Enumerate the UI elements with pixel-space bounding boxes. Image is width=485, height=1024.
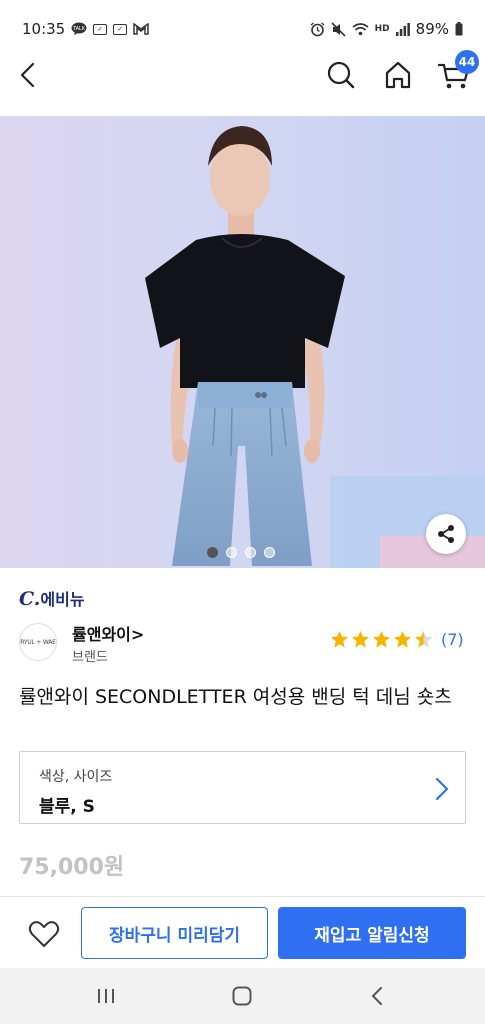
brand-name-link[interactable]: 률앤와이> xyxy=(72,621,144,645)
home-icon xyxy=(385,61,411,89)
search-button[interactable] xyxy=(324,58,358,92)
battery-icon xyxy=(455,22,463,36)
talk-notification-icon: TALK xyxy=(71,22,87,36)
carousel-dots xyxy=(207,547,275,558)
mall-logo[interactable]: C.에비뉴 xyxy=(19,586,85,610)
carousel-dot-2[interactable] xyxy=(226,547,237,558)
share-button[interactable] xyxy=(426,514,466,554)
carousel-dot-4[interactable] xyxy=(264,547,275,558)
carousel-dot-3[interactable] xyxy=(245,547,256,558)
chevron-left-icon xyxy=(20,62,35,88)
clock: 10:35 xyxy=(22,20,66,38)
signal-icon xyxy=(395,22,410,36)
product-price: 75,000원 xyxy=(19,855,125,880)
status-right: HD 89% xyxy=(310,20,463,38)
option-value: 블루, S xyxy=(39,797,95,817)
star-full-icon xyxy=(351,630,370,648)
option-selector[interactable]: 색상, 사이즈 블루, S xyxy=(19,751,466,824)
home-nav-icon[interactable] xyxy=(230,984,254,1008)
carousel-dot-1[interactable] xyxy=(207,547,218,558)
android-nav-bar xyxy=(0,968,485,1024)
star-half-icon xyxy=(414,630,433,648)
star-full-icon xyxy=(330,630,349,648)
review-count[interactable]: (7) xyxy=(441,630,464,649)
wifi-icon xyxy=(352,22,369,36)
restock-alert-button[interactable]: 재입고 알림신청 xyxy=(278,907,466,959)
cart-count-badge: 44 xyxy=(455,50,479,74)
add-to-cart-preview-button[interactable]: 장바구니 미리담기 xyxy=(81,907,268,959)
star-full-icon xyxy=(372,630,391,648)
mall-logo-text: 에비뉴 xyxy=(40,590,85,609)
rating[interactable]: (7) xyxy=(330,630,464,649)
search-icon xyxy=(327,61,355,89)
product-image[interactable] xyxy=(0,116,485,568)
mail-check-icon-2: ✓ xyxy=(113,23,128,35)
back-nav-icon[interactable] xyxy=(366,984,390,1008)
heart-icon xyxy=(28,921,60,947)
alarm-icon xyxy=(310,21,325,37)
share-icon xyxy=(438,525,454,543)
recent-apps-icon[interactable] xyxy=(94,984,118,1008)
gmail-icon xyxy=(133,23,149,35)
wishlist-button[interactable] xyxy=(26,917,62,951)
back-button[interactable] xyxy=(14,58,46,92)
battery-percent: 89% xyxy=(415,20,449,38)
brand-logo[interactable]: RYUL + WAE xyxy=(19,623,57,661)
svg-text:TALK: TALK xyxy=(72,26,86,32)
product-title: 률앤와이 SECONDLETTER 여성용 밴딩 턱 데님 숏츠 xyxy=(19,686,452,708)
product-photo xyxy=(0,116,485,568)
brand-type-label: 브랜드 xyxy=(72,650,108,665)
star-full-icon xyxy=(393,630,412,648)
home-button[interactable] xyxy=(381,58,415,92)
option-label: 색상, 사이즈 xyxy=(39,769,113,785)
hd-voice-icon: HD xyxy=(374,24,390,34)
mail-check-icon: ✓ xyxy=(93,23,108,35)
bottom-action-bar: 장바구니 미리담기 재입고 알림신청 xyxy=(0,896,485,968)
chevron-right-icon xyxy=(435,777,449,801)
status-left: 10:35 TALK ✓ ✓ xyxy=(22,20,149,38)
mall-logo-mark: C. xyxy=(19,588,41,610)
mute-icon xyxy=(331,21,346,37)
top-nav xyxy=(0,50,485,100)
